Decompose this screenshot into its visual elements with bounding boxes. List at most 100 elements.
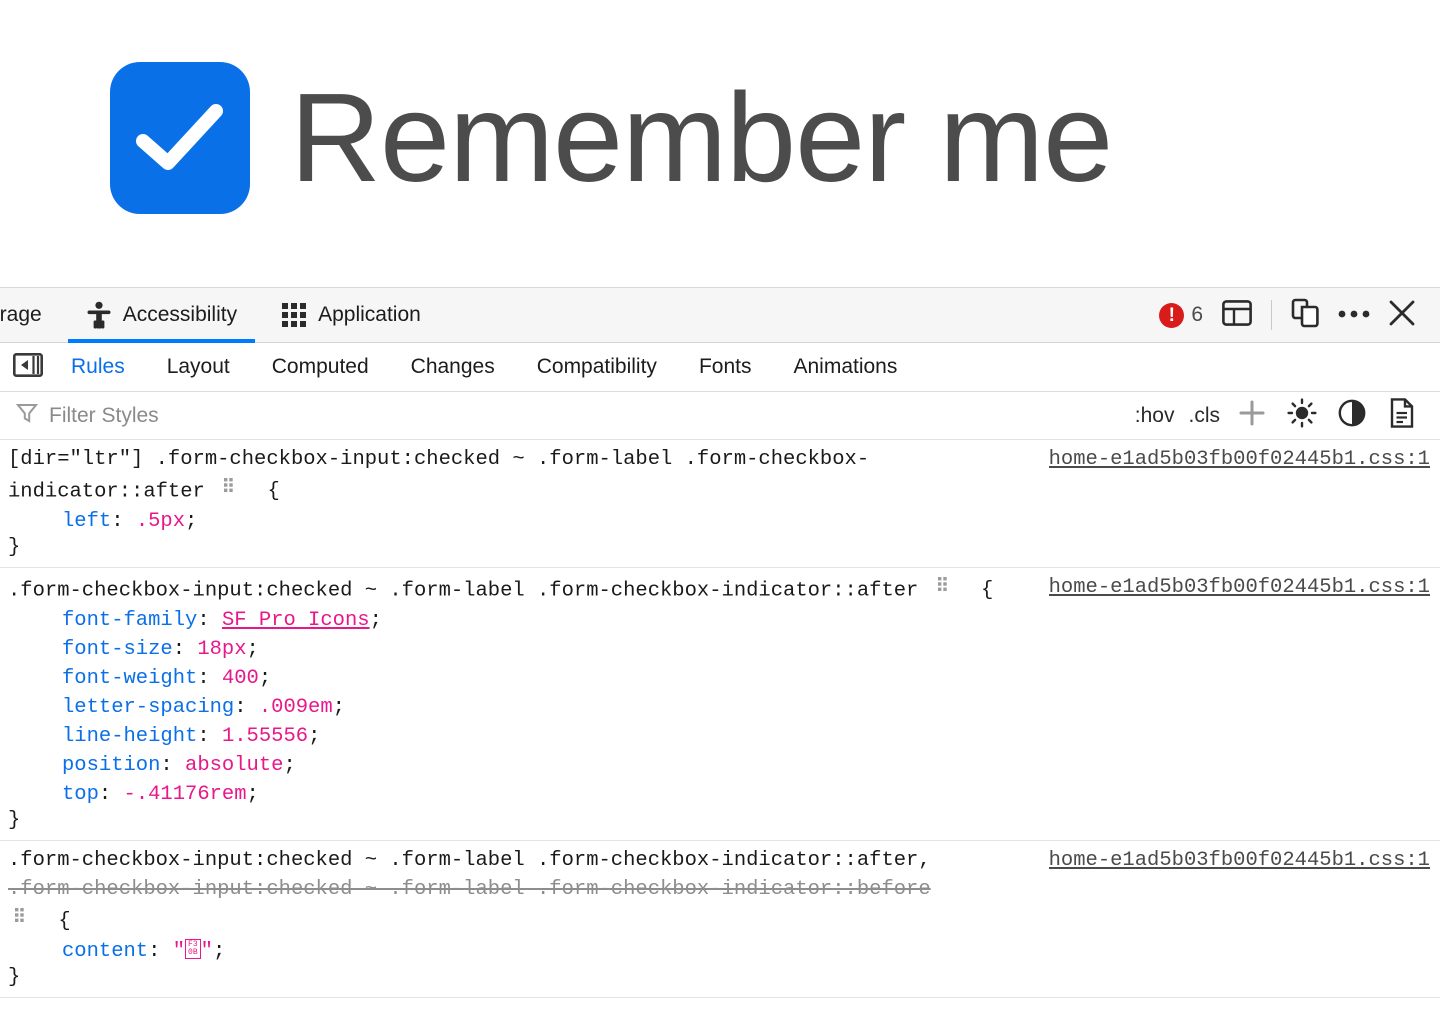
css-declaration[interactable]: letter-spacing: .009em;	[8, 693, 1432, 722]
css-property-value[interactable]: .009em	[259, 696, 333, 719]
sidebar-collapse-button[interactable]	[6, 352, 50, 382]
css-property-name[interactable]: content	[62, 940, 148, 963]
css-rule-header: .form-checkbox-input:checked ~ .form-lab…	[0, 574, 1440, 606]
css-rule-block[interactable]: .form-checkbox-input:checked ~ .form-lab…	[0, 841, 1440, 998]
styles-sub-tabbar: Rules Layout Computed Changes Compatibil…	[0, 343, 1440, 392]
rule-specificity-grip-icon[interactable]	[937, 574, 953, 603]
css-source-link[interactable]: home-e1ad5b03fb00f02445b1.css:1	[1049, 847, 1430, 876]
css-rule-header: .form-checkbox-input:checked ~ .form-lab…	[0, 847, 1440, 936]
remember-me-checkbox-row[interactable]: Remember me	[110, 62, 1113, 214]
panel-tab-application[interactable]: Application	[259, 288, 443, 342]
panel-tab-storage-label: orage	[0, 303, 42, 326]
filter-styles-placeholder: Filter Styles	[49, 403, 159, 427]
css-declaration[interactable]: line-height: 1.55556;	[8, 722, 1432, 751]
panel-tab-application-label: Application	[318, 303, 421, 326]
sub-tab-changes[interactable]: Changes	[390, 355, 516, 379]
print-media-button[interactable]	[1378, 394, 1426, 438]
sub-tab-fonts[interactable]: Fonts	[678, 355, 773, 379]
styles-filter-bar: Filter Styles :hov .cls	[0, 392, 1440, 440]
css-property-name[interactable]: letter-spacing	[62, 696, 234, 719]
missing-glyph-box: F3 0B	[185, 938, 201, 959]
css-selector-group[interactable]: .form-checkbox-input:checked ~ .form-lab…	[8, 847, 1033, 936]
open-brace: {	[980, 579, 994, 603]
css-property-name[interactable]: top	[62, 783, 99, 806]
css-declaration[interactable]: font-family: SF Pro Icons;	[8, 606, 1432, 635]
sun-icon	[1287, 398, 1317, 433]
css-property-value[interactable]: absolute	[185, 754, 283, 777]
css-declaration[interactable]: content: " F3 0B ";	[8, 937, 1432, 966]
sub-tab-rules[interactable]: Rules	[50, 355, 146, 379]
filter-styles-input[interactable]: Filter Styles	[0, 402, 159, 429]
devtools-panel: orage Accessibility	[0, 287, 1440, 1017]
css-property-value[interactable]: 18px	[197, 638, 246, 661]
css-rule-header: [dir="ltr"] .form-checkbox-input:checked…	[0, 446, 1440, 507]
css-property-value[interactable]: SF Pro Icons	[222, 609, 370, 632]
css-declaration[interactable]: font-weight: 400;	[8, 664, 1432, 693]
css-source-link[interactable]: home-e1ad5b03fb00f02445b1.css:1	[1049, 574, 1430, 603]
add-new-rule-button[interactable]	[1228, 394, 1276, 438]
panel-layout-icon	[1222, 299, 1252, 331]
css-selector[interactable]: .form-checkbox-input:checked ~ .form-lab…	[8, 579, 918, 602]
filter-bar-actions: :hov .cls	[1129, 394, 1440, 438]
rule-specificity-grip-icon[interactable]	[14, 905, 30, 934]
css-declaration[interactable]: top: -.41176rem;	[8, 780, 1432, 809]
sub-tab-layout[interactable]: Layout	[146, 355, 251, 379]
css-property-value[interactable]: " F3 0B "	[173, 938, 213, 963]
plus-icon	[1237, 398, 1267, 433]
sub-tab-animations[interactable]: Animations	[772, 355, 918, 379]
dark-color-scheme-button[interactable]	[1328, 394, 1376, 438]
toggle-hover-state-button[interactable]: :hov	[1129, 404, 1181, 428]
css-property-name[interactable]: font-size	[62, 638, 173, 661]
panel-layout-button[interactable]	[1213, 291, 1261, 339]
panel-tab-accessibility-label: Accessibility	[122, 303, 238, 326]
css-selector[interactable]: .form-checkbox-input:checked ~ .form-lab…	[8, 847, 1033, 876]
accessibility-icon	[86, 301, 112, 329]
moon-icon	[1338, 399, 1366, 432]
css-property-name[interactable]: font-weight	[62, 667, 197, 690]
rule-specificity-grip-icon[interactable]	[223, 475, 239, 504]
css-rule-block[interactable]: [dir="ltr"] .form-checkbox-input:checked…	[0, 440, 1440, 568]
web-page-content: Remember me	[0, 0, 1440, 287]
css-declaration[interactable]: font-size: 18px;	[8, 635, 1432, 664]
open-brace: {	[58, 910, 71, 934]
devtools-toolbar: ! 6	[1153, 288, 1440, 342]
application-grid-icon	[281, 302, 307, 328]
panel-tab-accessibility[interactable]: Accessibility	[64, 288, 259, 343]
error-badge[interactable]: ! 6	[1153, 302, 1213, 328]
css-property-name[interactable]: font-family	[62, 609, 197, 632]
css-selector-disabled[interactable]: .form-checkbox-input:checked ~ .form-lab…	[8, 876, 1033, 905]
close-devtools-button[interactable]	[1378, 291, 1426, 339]
css-rule-block[interactable]: .form-checkbox-input:checked ~ .form-lab…	[0, 568, 1440, 842]
css-selector-group[interactable]: [dir="ltr"] .form-checkbox-input:checked…	[8, 446, 1033, 507]
css-source-link[interactable]: home-e1ad5b03fb00f02445b1.css:1	[1049, 446, 1430, 475]
responsive-design-mode-icon	[1291, 298, 1321, 333]
css-declarations: content: " F3 0B ";	[0, 937, 1440, 966]
css-property-value[interactable]: 1.55556	[222, 725, 308, 748]
sub-tab-compatibility[interactable]: Compatibility	[516, 355, 678, 379]
css-selector-group[interactable]: .form-checkbox-input:checked ~ .form-lab…	[8, 574, 1033, 606]
sub-tab-computed[interactable]: Computed	[251, 355, 390, 379]
toggle-classes-button[interactable]: .cls	[1183, 404, 1227, 428]
css-declaration[interactable]: position: absolute;	[8, 751, 1432, 780]
css-selector[interactable]: [dir="ltr"] .form-checkbox-input:checked…	[8, 448, 869, 503]
checkbox-indicator[interactable]	[110, 62, 250, 214]
open-brace: {	[267, 479, 280, 503]
more-options-button[interactable]	[1330, 291, 1378, 339]
responsive-design-mode-button[interactable]	[1282, 291, 1330, 339]
document-icon	[1389, 398, 1415, 433]
css-declaration[interactable]: left: .5px;	[8, 507, 1432, 536]
css-property-name[interactable]: line-height	[62, 725, 197, 748]
css-rules-list[interactable]: [dir="ltr"] .form-checkbox-input:checked…	[0, 440, 1440, 1017]
css-property-name[interactable]: position	[62, 754, 160, 777]
light-color-scheme-button[interactable]	[1278, 394, 1326, 438]
toolbar-divider	[1271, 300, 1272, 330]
close-brace: }	[8, 535, 21, 559]
close-brace: }	[8, 809, 21, 833]
sidebar-collapse-icon	[12, 352, 43, 382]
css-property-value[interactable]: 400	[222, 667, 259, 690]
css-property-value[interactable]: .5px	[136, 510, 185, 533]
error-icon: !	[1159, 302, 1185, 328]
panel-tab-storage[interactable]: orage	[0, 288, 64, 342]
css-property-value[interactable]: -.41176rem	[124, 783, 247, 806]
css-property-name[interactable]: left	[62, 510, 111, 533]
